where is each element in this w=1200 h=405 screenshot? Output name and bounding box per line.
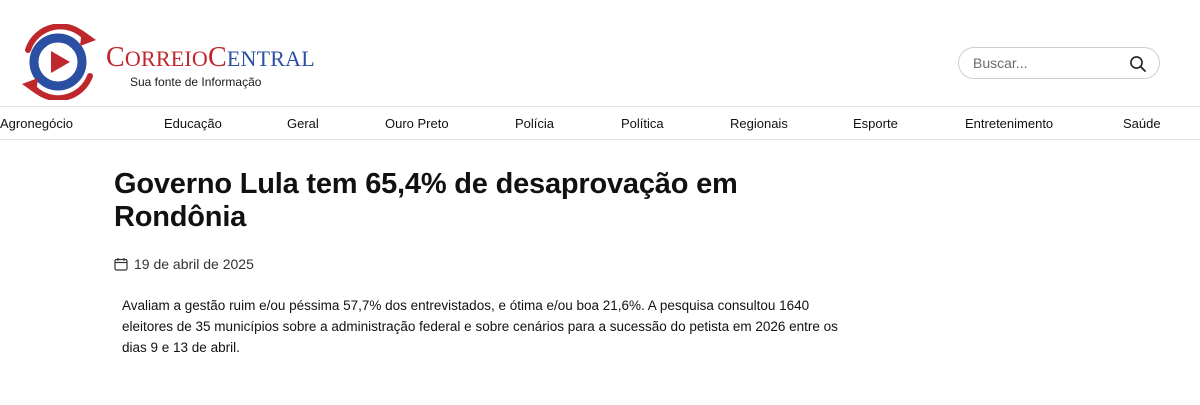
article-title: Governo Lula tem 65,4% de desaprovação e… (114, 168, 738, 233)
brand-correio-rest: ORREIO (124, 46, 208, 71)
nav-item-politica[interactable]: Política (621, 116, 664, 131)
nav-item-geral[interactable]: Geral (287, 116, 319, 131)
article-summary: Avaliam a gestão ruim e/ou péssima 57,7%… (122, 298, 838, 355)
nav-item-saude[interactable]: Saúde (1123, 116, 1161, 131)
nav-item-educacao[interactable]: Educação (164, 116, 222, 131)
nav-item-policia[interactable]: Polícia (515, 116, 554, 131)
nav-item-agronegocio[interactable]: Agronegócio (0, 116, 73, 131)
brand-tagline: Sua fonte de Informação (130, 75, 262, 89)
article: Governo Lula tem 65,4% de desaprovação e… (114, 168, 874, 272)
article-date: 19 de abril de 2025 (134, 256, 254, 272)
nav-item-regionais[interactable]: Regionais (730, 116, 788, 131)
logo-icon (22, 24, 96, 100)
brand-central-rest: ENTRAL (226, 46, 315, 71)
search-input[interactable] (973, 55, 1123, 71)
article-meta: 19 de abril de 2025 (114, 256, 874, 272)
brand-correio-initial: C (106, 42, 125, 73)
calendar-icon (114, 258, 128, 271)
search-icon[interactable] (1129, 55, 1147, 73)
site-logo[interactable]: CORREIOCENTRAL Sua fonte de Informação (20, 24, 315, 104)
category-nav: Agronegócio Educação Geral Ouro Preto Po… (0, 106, 1200, 140)
nav-item-esporte[interactable]: Esporte (853, 116, 898, 131)
brand-central-initial: C (207, 42, 227, 73)
site-header: CORREIOCENTRAL Sua fonte de Informação (0, 0, 1200, 106)
search-box[interactable] (958, 47, 1160, 79)
brand-name: CORREIOCENTRAL (106, 44, 315, 72)
nav-item-entretenimento[interactable]: Entretenimento (965, 116, 1053, 131)
nav-item-ouro-preto[interactable]: Ouro Preto (385, 116, 449, 131)
